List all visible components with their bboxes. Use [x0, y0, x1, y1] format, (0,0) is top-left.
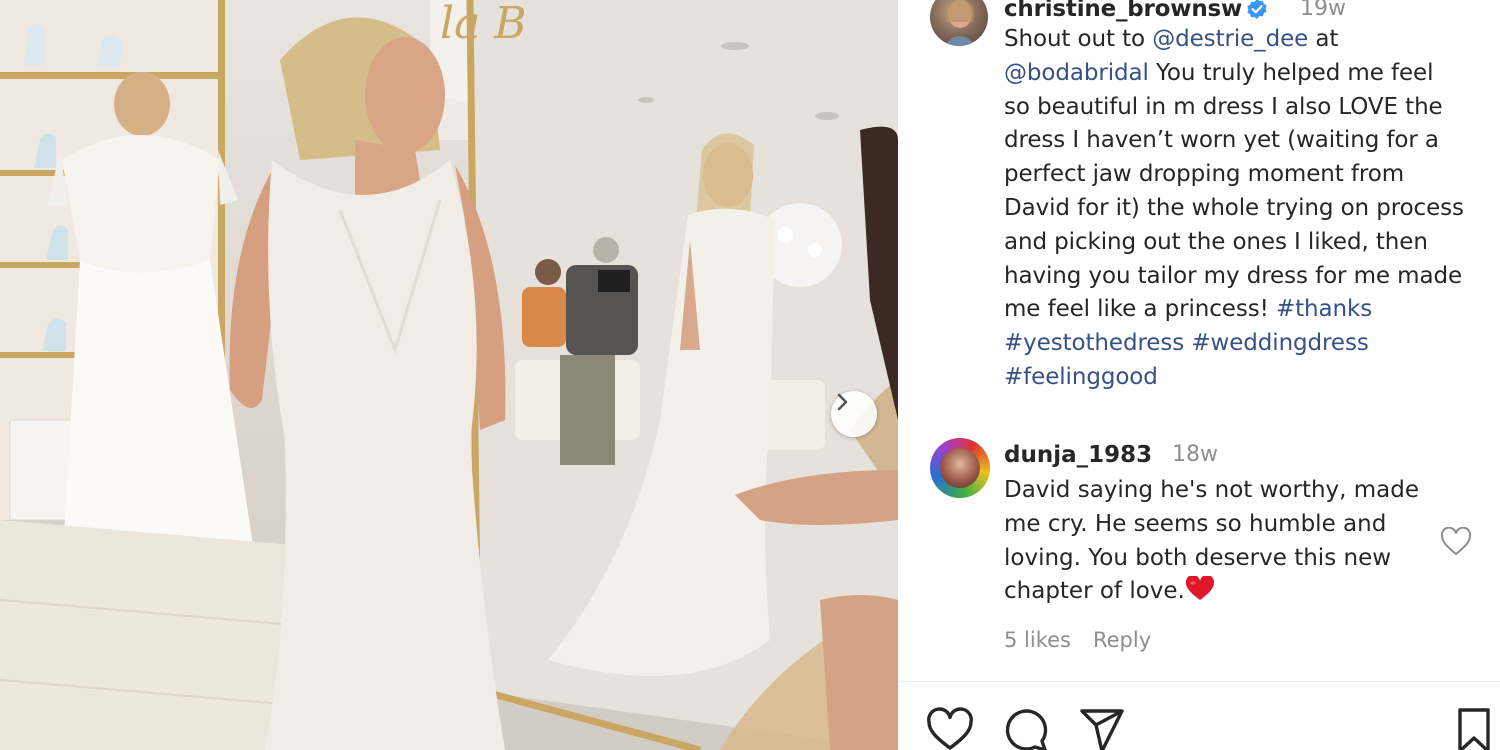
comment-text-line: David saying he's not worthy, made — [1004, 477, 1420, 503]
caption-line: Shout out to @destrie_dee at — [1004, 23, 1494, 57]
comment-timestamp: 18w — [1172, 442, 1218, 467]
caption-text: having you tailor my dress for me made — [1004, 262, 1463, 289]
hashtag-link[interactable]: #thanks — [1276, 296, 1372, 322]
caption-line: perfect jaw dropping moment from — [1004, 158, 1494, 192]
hashtag-link[interactable]: #feelinggood — [1004, 364, 1158, 390]
caption-text: You truly helped me feel — [1148, 59, 1434, 86]
author-avatar-image — [944, 0, 976, 46]
caption-text: and picking out the ones I liked, then — [1004, 228, 1428, 255]
bridal-boutique-photo: la B — [0, 0, 898, 750]
share-paper-plane-icon[interactable] — [1078, 706, 1126, 750]
post-side-panel: christine_brownsw 19w Shout out to @dest… — [898, 0, 1500, 750]
comment-like-heart-icon[interactable] — [1440, 527, 1472, 557]
comment-likes-count[interactable]: 5 likes — [1004, 628, 1071, 652]
red-heart-emoji-icon — [1185, 576, 1214, 601]
caption-line: @bodabridal You truly helped me feel — [1004, 57, 1494, 91]
post-photo: la B — [0, 0, 898, 750]
post-caption: Shout out to @destrie_dee at @bodabridal … — [1004, 23, 1494, 395]
caption-text: dress I haven’t worn yet (waiting for a — [1004, 127, 1439, 154]
caption-text: so beautiful in m dress I also LOVE the — [1004, 93, 1443, 120]
mention-link[interactable]: @destrie_dee — [1152, 26, 1308, 52]
comment-item: dunja_1983 18w David saying he's not wor… — [930, 436, 1490, 666]
comment-reply-button[interactable]: Reply — [1093, 628, 1151, 652]
caption-text: perfect jaw dropping moment from — [1004, 161, 1404, 188]
hashtag-link[interactable]: #weddingdress — [1191, 330, 1368, 356]
hashtag-link[interactable]: #yestothedress — [1004, 330, 1184, 356]
svg-text:la B: la B — [440, 0, 527, 49]
caption-line: me feel like a princess! #thanks — [1004, 293, 1494, 327]
post-timestamp: 19w — [1300, 0, 1346, 21]
caption-line: David for it) the whole trying on proces… — [1004, 192, 1494, 226]
caption-line: #feelinggood — [1004, 361, 1494, 395]
comment-text-line-last: chapter of love. — [1004, 575, 1434, 609]
caption-text: David for it) the whole trying on proces… — [1004, 194, 1464, 221]
caption-text: me feel like a princess! — [1004, 296, 1276, 323]
caption-line: dress I haven’t worn yet (waiting for a — [1004, 124, 1494, 158]
like-heart-icon[interactable] — [926, 706, 974, 750]
mention-link[interactable]: @bodabridal — [1004, 60, 1149, 86]
caption-line: #yestothedress #weddingdress — [1004, 327, 1494, 361]
verified-badge-icon — [1247, 0, 1267, 19]
comment-text-line: chapter of love. — [1004, 578, 1185, 605]
commenter-username[interactable]: dunja_1983 — [1004, 442, 1152, 468]
caption-line: and picking out the ones I liked, then — [1004, 226, 1494, 260]
caption-line: so beautiful in m dress I also LOVE the — [1004, 91, 1494, 125]
commenter-avatar-face — [940, 448, 980, 488]
comment-text: David saying he's not worthy, made me cr… — [1004, 474, 1434, 609]
caption-text: at — [1308, 26, 1339, 52]
chevron-right-icon — [837, 393, 848, 411]
comment-meta: 5 likes Reply — [1004, 628, 1151, 652]
comment-text-line: me cry. He seems so humble and — [1004, 510, 1387, 537]
comment-bubble-icon[interactable] — [1002, 706, 1050, 750]
author-avatar[interactable] — [930, 0, 988, 46]
caption-text: Shout out to — [1004, 26, 1153, 52]
next-photo-button[interactable] — [831, 391, 877, 437]
commenter-avatar[interactable] — [930, 438, 990, 498]
post-author-username[interactable]: christine_brownsw — [1004, 0, 1242, 22]
actions-divider — [898, 681, 1500, 682]
post-action-bar — [926, 706, 1496, 750]
save-bookmark-icon[interactable] — [1450, 706, 1498, 750]
caption-line: having you tailor my dress for me made — [1004, 260, 1494, 294]
comment-text-line: loving. You both deserve this new — [1004, 544, 1392, 571]
